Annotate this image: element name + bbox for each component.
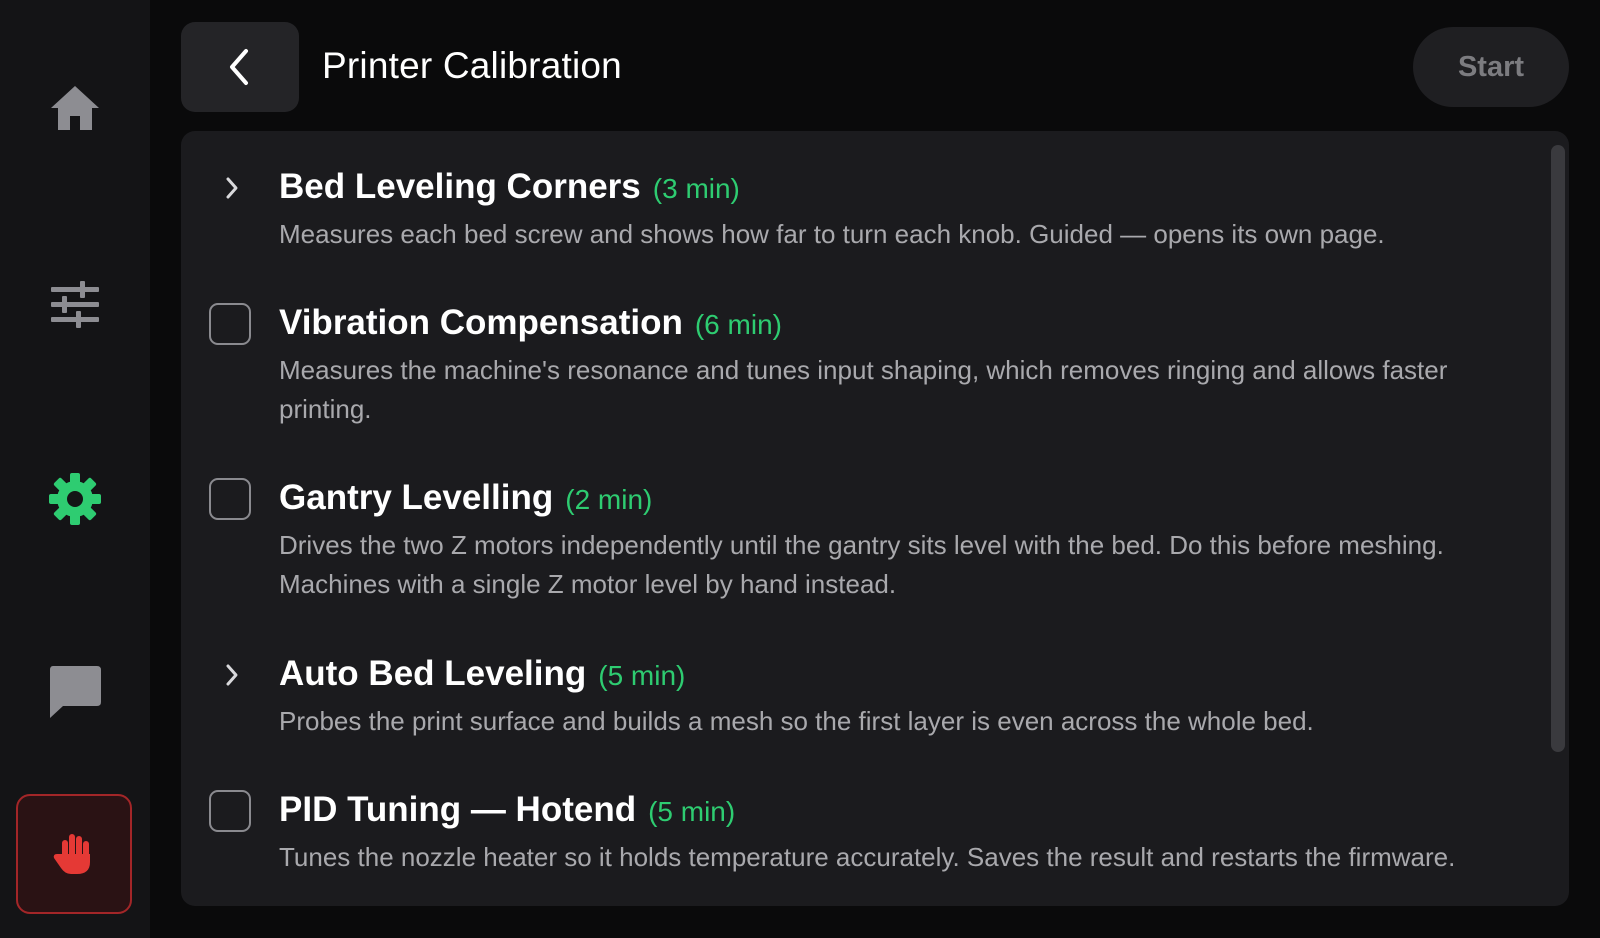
item-description: Tunes the nozzle heater so it holds temp… [279, 842, 1456, 872]
expand-button[interactable] [209, 165, 255, 211]
item-duration: (2 min) [565, 484, 653, 515]
item-title: Bed Leveling Corners (3 min) [279, 167, 740, 206]
hand-stop-icon [53, 834, 90, 874]
item-duration: (6 min) [694, 309, 782, 340]
item-title: PID Tuning — Hotend (5 min) [279, 790, 736, 829]
nav-home[interactable] [0, 58, 150, 158]
nav-settings[interactable] [0, 449, 150, 549]
chevron-right-icon [226, 177, 238, 199]
start-button[interactable]: Start [1413, 27, 1569, 107]
item-duration: (5 min) [648, 796, 736, 827]
item-checkbox[interactable] [209, 303, 251, 345]
chat-icon [50, 666, 101, 718]
item-title: Gantry Levelling (2 min) [279, 478, 653, 517]
back-button[interactable] [181, 22, 299, 112]
sidebar [0, 0, 150, 938]
item-checkbox[interactable] [209, 478, 251, 520]
chevron-left-icon [230, 49, 248, 85]
home-icon [51, 86, 99, 130]
item-title: Auto Bed Leveling (5 min) [279, 654, 686, 693]
item-duration: (3 min) [652, 173, 740, 204]
sliders-icon [51, 281, 99, 328]
calibration-list[interactable]: Bed Leveling Corners (3 min) Measures eac… [181, 131, 1569, 906]
nav-console[interactable] [0, 642, 150, 742]
nav-tune[interactable] [0, 254, 150, 354]
gear-icon [49, 473, 101, 525]
item-description: Drives the two Z motors independently un… [279, 530, 1444, 599]
item-description: Measures each bed screw and shows how fa… [279, 219, 1385, 249]
emergency-stop-button[interactable] [16, 794, 132, 914]
item-duration: (5 min) [598, 660, 686, 691]
item-description: Probes the print surface and builds a me… [279, 706, 1314, 736]
chevron-right-icon [226, 664, 238, 686]
item-checkbox[interactable] [209, 790, 251, 832]
expand-button[interactable] [209, 652, 255, 698]
item-description: Measures the machine's resonance and tun… [279, 355, 1448, 424]
list-scrollbar[interactable] [1551, 145, 1565, 752]
page-title: Printer Calibration [322, 45, 622, 86]
item-title: Vibration Compensation (6 min) [279, 303, 782, 342]
